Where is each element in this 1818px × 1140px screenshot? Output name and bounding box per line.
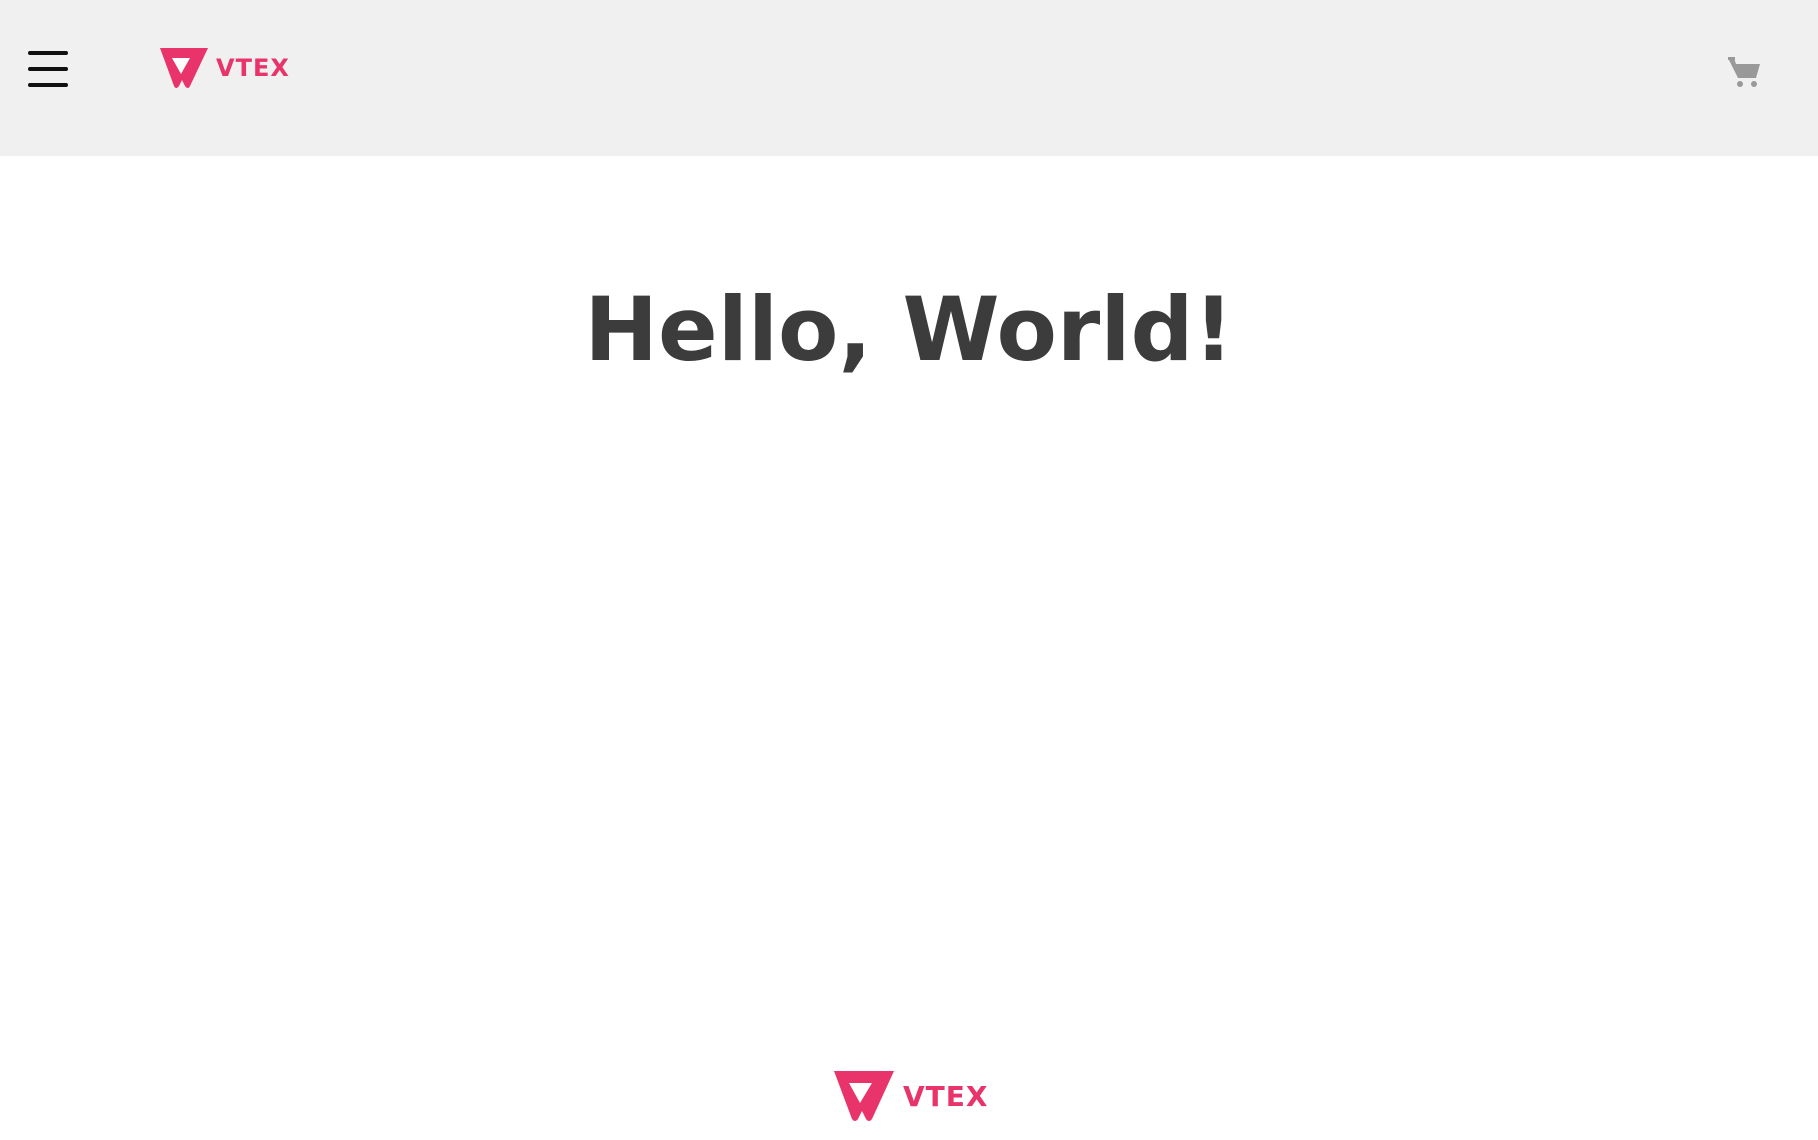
vtex-logo-icon [834, 1071, 894, 1121]
header-logo[interactable]: VTEX [158, 46, 290, 90]
shopping-cart-icon[interactable] [1726, 54, 1762, 90]
footer-logo-text: VTEX [903, 1079, 989, 1113]
hamburger-menu-icon[interactable] [24, 48, 72, 90]
footer-logo[interactable]: VTEX [832, 1069, 988, 1123]
page-heading: Hello, World! [584, 278, 1234, 381]
header-logo-text: VTEX [216, 54, 290, 82]
site-header: VTEX [0, 0, 1818, 156]
vtex-logo-icon [160, 48, 208, 88]
